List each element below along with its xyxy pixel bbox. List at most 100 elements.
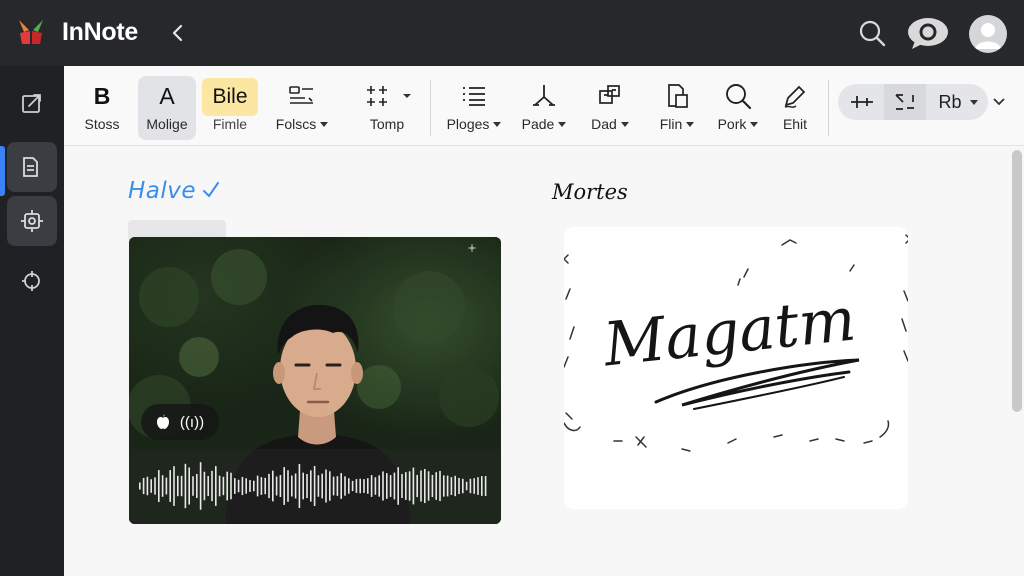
- waveform-bar: [180, 475, 183, 497]
- tool-label: Flin: [659, 116, 683, 132]
- chevron-left-icon[interactable]: [166, 19, 190, 47]
- waveform-bar: [150, 479, 152, 493]
- list-icon: [463, 87, 485, 106]
- rail-item-notes[interactable]: [7, 142, 57, 192]
- signature-text: Magatm: [600, 284, 859, 380]
- waveform-bar: [196, 474, 198, 498]
- waveform-bar: [408, 471, 411, 501]
- check-icon: [203, 182, 219, 198]
- waveform-bar: [291, 475, 293, 497]
- waveform-bar: [386, 473, 388, 499]
- waveform-bar: [161, 475, 164, 497]
- vertical-scrollbar[interactable]: [1012, 150, 1022, 412]
- waveform-bar: [416, 474, 418, 498]
- user-avatar-icon[interactable]: [969, 15, 1007, 53]
- rail-item-sync[interactable]: [7, 256, 57, 306]
- left-rail: [0, 66, 64, 576]
- view-options-pill[interactable]: Rb: [838, 84, 988, 120]
- tool-label: Ploges: [446, 116, 490, 132]
- tool-font[interactable]: A Molige: [138, 76, 196, 140]
- branch-icon: [533, 85, 555, 106]
- waveform-bar: [405, 472, 407, 500]
- waveform-bar: [230, 472, 232, 500]
- waveform-bar: [165, 477, 168, 495]
- waveform-bar: [241, 476, 244, 496]
- waveform-bar: [348, 478, 350, 494]
- handwritten-signature: Magatm: [559, 234, 915, 452]
- rail-item-settings[interactable]: [7, 196, 57, 246]
- waveform-bar: [370, 475, 373, 497]
- waveform-bar: [336, 476, 339, 496]
- tool-folders[interactable]: Folscs: [272, 76, 332, 140]
- waveform-bar: [431, 474, 434, 498]
- zoom-icon: [726, 84, 752, 110]
- waveform-bar: [306, 473, 308, 499]
- align-button[interactable]: [842, 84, 882, 120]
- sparkle-icon: [467, 243, 477, 253]
- chevron-down-icon[interactable]: [992, 96, 1006, 108]
- tool-label: Folscs: [275, 116, 317, 132]
- transform-button[interactable]: [884, 84, 926, 120]
- waveform-bar: [484, 476, 487, 496]
- waveform-bar: [458, 477, 460, 495]
- bold-icon: B: [93, 82, 111, 109]
- tool-bold[interactable]: B Stoss: [78, 76, 126, 140]
- ribbon-divider: [430, 80, 431, 136]
- rail-item-export[interactable]: [7, 78, 57, 128]
- waveform-bar: [211, 470, 213, 502]
- waveform-bar: [215, 466, 217, 506]
- tool-edit[interactable]: Ehit: [776, 76, 814, 140]
- audio-toggle-chip[interactable]: ((ı)): [141, 404, 219, 440]
- rb-label: Rb: [938, 91, 962, 112]
- tool-highlight[interactable]: Bile Fimle: [200, 76, 260, 140]
- video-note-card[interactable]: ((ı)): [129, 237, 501, 524]
- waveform-bar: [184, 463, 187, 509]
- tool-pages[interactable]: Ploges: [442, 76, 506, 140]
- waveform-bar: [317, 475, 320, 497]
- waveform-bar: [374, 477, 377, 495]
- waveform-bar: [359, 478, 361, 494]
- waveform-bar: [199, 462, 202, 510]
- waveform-bar: [351, 480, 354, 492]
- waveform-bar: [253, 480, 255, 492]
- align-icon: [851, 96, 873, 108]
- waveform-bar: [294, 473, 297, 499]
- chevron-down-icon: [969, 99, 978, 105]
- waveform-bar: [146, 476, 149, 496]
- pen-edit-icon: [784, 85, 806, 108]
- audio-waveform: [129, 449, 501, 524]
- left-section-heading: Halve: [128, 178, 197, 204]
- waveform-bar: [397, 467, 399, 505]
- main-canvas: B Stoss A Molige Bile Fimle Folscs Tomp …: [64, 66, 1024, 576]
- tool-label: Molige: [146, 116, 188, 132]
- font-icon: A: [159, 82, 175, 109]
- active-indicator: [0, 146, 5, 196]
- tool-pork[interactable]: Pork: [710, 76, 766, 140]
- waveform-bar: [321, 473, 323, 499]
- tool-template[interactable]: Tomp: [356, 76, 418, 140]
- waveform-bar: [367, 478, 369, 494]
- waveform-bar: [245, 478, 247, 494]
- waveform-bar: [363, 479, 365, 493]
- waveform-bar: [310, 470, 312, 502]
- waveform-bar: [462, 478, 464, 494]
- search-icon[interactable]: [857, 18, 887, 48]
- copy-icon: [668, 84, 688, 108]
- tool-flin[interactable]: Flin: [652, 76, 702, 140]
- waveform-bar: [275, 476, 278, 496]
- waveform-bar: [313, 465, 316, 507]
- waveform-bar: [477, 477, 479, 495]
- waveform-bar: [249, 480, 251, 492]
- apple-icon: [156, 414, 169, 429]
- signature-card[interactable]: Magatm: [559, 227, 915, 509]
- tool-pade[interactable]: Pade: [516, 76, 572, 140]
- tool-label: Tomp: [369, 116, 405, 132]
- waveform-bar: [264, 477, 266, 495]
- sync-icon: [22, 271, 40, 291]
- waveform-bar: [344, 476, 346, 496]
- tool-dad[interactable]: Dad: [584, 76, 636, 140]
- rb-dropdown[interactable]: Rb: [928, 84, 988, 120]
- waveform-bar: [439, 470, 441, 502]
- chat-bubble-icon[interactable]: [907, 16, 949, 50]
- waveform-bar: [393, 472, 396, 500]
